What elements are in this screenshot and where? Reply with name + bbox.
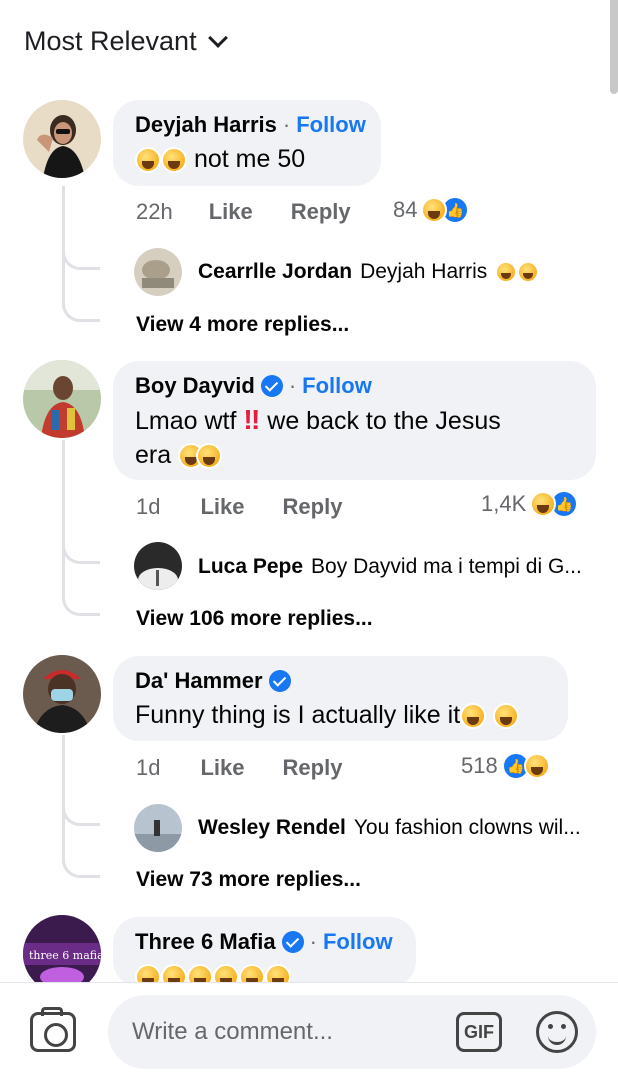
thread-branch <box>62 804 100 826</box>
comment-bubble: Da' Hammer Funny thing is I actually lik… <box>113 656 568 741</box>
laughing-emoji-icon <box>135 147 161 174</box>
comment-actions: 1d Like Reply <box>136 755 342 781</box>
reply-preview[interactable]: Cearrlle Jordan Deyjah Harris <box>198 260 540 284</box>
separator-dot: · <box>288 373 297 398</box>
reply-button[interactable]: Reply <box>283 755 343 781</box>
reply-author[interactable]: Luca Pepe <box>198 555 303 579</box>
comment-text: Funny thing is I actually like it <box>135 698 546 732</box>
reply-preview[interactable]: Wesley Rendel You fashion clowns wil... <box>198 816 581 840</box>
follow-button[interactable]: Follow <box>302 373 372 399</box>
avatar[interactable] <box>23 100 101 178</box>
comment-actions: 22h Like Reply <box>136 199 351 225</box>
comment-author[interactable]: Three 6 Mafia <box>135 929 276 955</box>
avatar[interactable] <box>134 248 182 296</box>
reaction-summary[interactable]: 1,4K 👍 <box>481 490 579 518</box>
camera-icon[interactable] <box>30 1007 76 1052</box>
follow-button[interactable]: Follow <box>296 112 366 138</box>
laughing-emoji-icon <box>161 147 187 174</box>
reply-author[interactable]: Cearrlle Jordan <box>198 260 352 284</box>
reply-button[interactable]: Reply <box>283 494 343 520</box>
thread-line <box>62 735 65 863</box>
comment-input-container[interactable]: GIF <box>108 995 596 1069</box>
avatar[interactable] <box>23 360 101 438</box>
gif-button[interactable]: GIF <box>456 1012 502 1052</box>
laughing-emoji-icon <box>517 261 540 283</box>
comment-time[interactable]: 1d <box>136 755 160 781</box>
grimacing-emoji-icon <box>460 703 487 730</box>
comment-input[interactable] <box>132 1013 432 1051</box>
comment-text: not me 50 <box>135 142 359 176</box>
svg-text:three 6 mafia: three 6 mafia <box>29 949 101 962</box>
thread-branch <box>62 856 100 878</box>
thread-line <box>62 186 65 304</box>
reaction-count: 84 <box>393 197 418 222</box>
thread-branch <box>62 542 100 564</box>
view-more-replies[interactable]: View 73 more replies... <box>136 868 361 892</box>
separator-dot: · <box>282 112 291 137</box>
reply-button[interactable]: Reply <box>291 199 351 225</box>
scrollbar[interactable] <box>610 0 618 94</box>
comment-bubble: Deyjah Harris · Follow not me 50 <box>113 100 381 186</box>
comment-author[interactable]: Da' Hammer <box>135 668 263 694</box>
verified-badge-icon <box>268 670 291 692</box>
avatar[interactable] <box>134 542 182 590</box>
reply-text: Deyjah Harris <box>360 260 488 283</box>
like-button[interactable]: Like <box>200 494 244 520</box>
smiley-icon[interactable] <box>536 1011 578 1053</box>
laughing-emoji-icon <box>523 753 550 779</box>
thread-branch <box>62 248 100 270</box>
reply-preview[interactable]: Luca Pepe Boy Dayvid ma i tempi di G... <box>198 555 582 579</box>
avatar[interactable] <box>134 804 182 852</box>
view-more-replies[interactable]: View 4 more replies... <box>136 313 349 337</box>
comment-time[interactable]: 22h <box>136 199 173 225</box>
separator-dot: · <box>309 929 317 954</box>
reply-text: Boy Dayvid ma i tempi di G... <box>311 555 582 578</box>
comment-author[interactable]: Deyjah Harris <box>135 112 277 138</box>
reply-author[interactable]: Wesley Rendel <box>198 816 346 840</box>
reply-text: You fashion clowns wil... <box>353 816 581 839</box>
comment-bubble: Boy Dayvid · Follow Lmao wtf ‼ we back t… <box>113 361 596 480</box>
sort-dropdown[interactable]: Most Relevant <box>24 26 228 57</box>
comment-bubble: Three 6 Mafia · Follow <box>113 917 416 987</box>
verified-badge-icon <box>260 375 283 397</box>
double-exclamation-icon: ‼ <box>243 404 261 435</box>
like-button[interactable]: Like <box>209 199 253 225</box>
reaction-summary[interactable]: 84 👍 <box>393 196 470 224</box>
laughing-emoji-icon <box>196 443 223 470</box>
thread-branch <box>62 594 100 616</box>
comment-text: Lmao wtf ‼ we back to the Jesus era <box>135 404 501 470</box>
like-button[interactable]: Like <box>200 755 244 781</box>
chevron-down-icon <box>207 27 228 48</box>
sort-label: Most Relevant <box>24 26 197 56</box>
avatar[interactable] <box>23 655 101 733</box>
verified-badge-icon <box>281 931 304 953</box>
view-more-replies[interactable]: View 106 more replies... <box>136 607 373 631</box>
comment-time[interactable]: 1d <box>136 494 160 520</box>
laughing-emoji-icon <box>495 261 518 283</box>
reaction-count: 1,4K <box>481 491 527 516</box>
comment-author[interactable]: Boy Dayvid <box>135 373 255 399</box>
comment-actions: 1d Like Reply <box>136 494 342 520</box>
thread-branch <box>62 300 100 322</box>
follow-button[interactable]: Follow <box>323 929 393 955</box>
thread-line <box>62 440 65 600</box>
reaction-count: 518 <box>461 753 498 778</box>
reaction-summary[interactable]: 518 👍 <box>461 752 550 780</box>
grimacing-emoji-icon <box>493 703 520 730</box>
